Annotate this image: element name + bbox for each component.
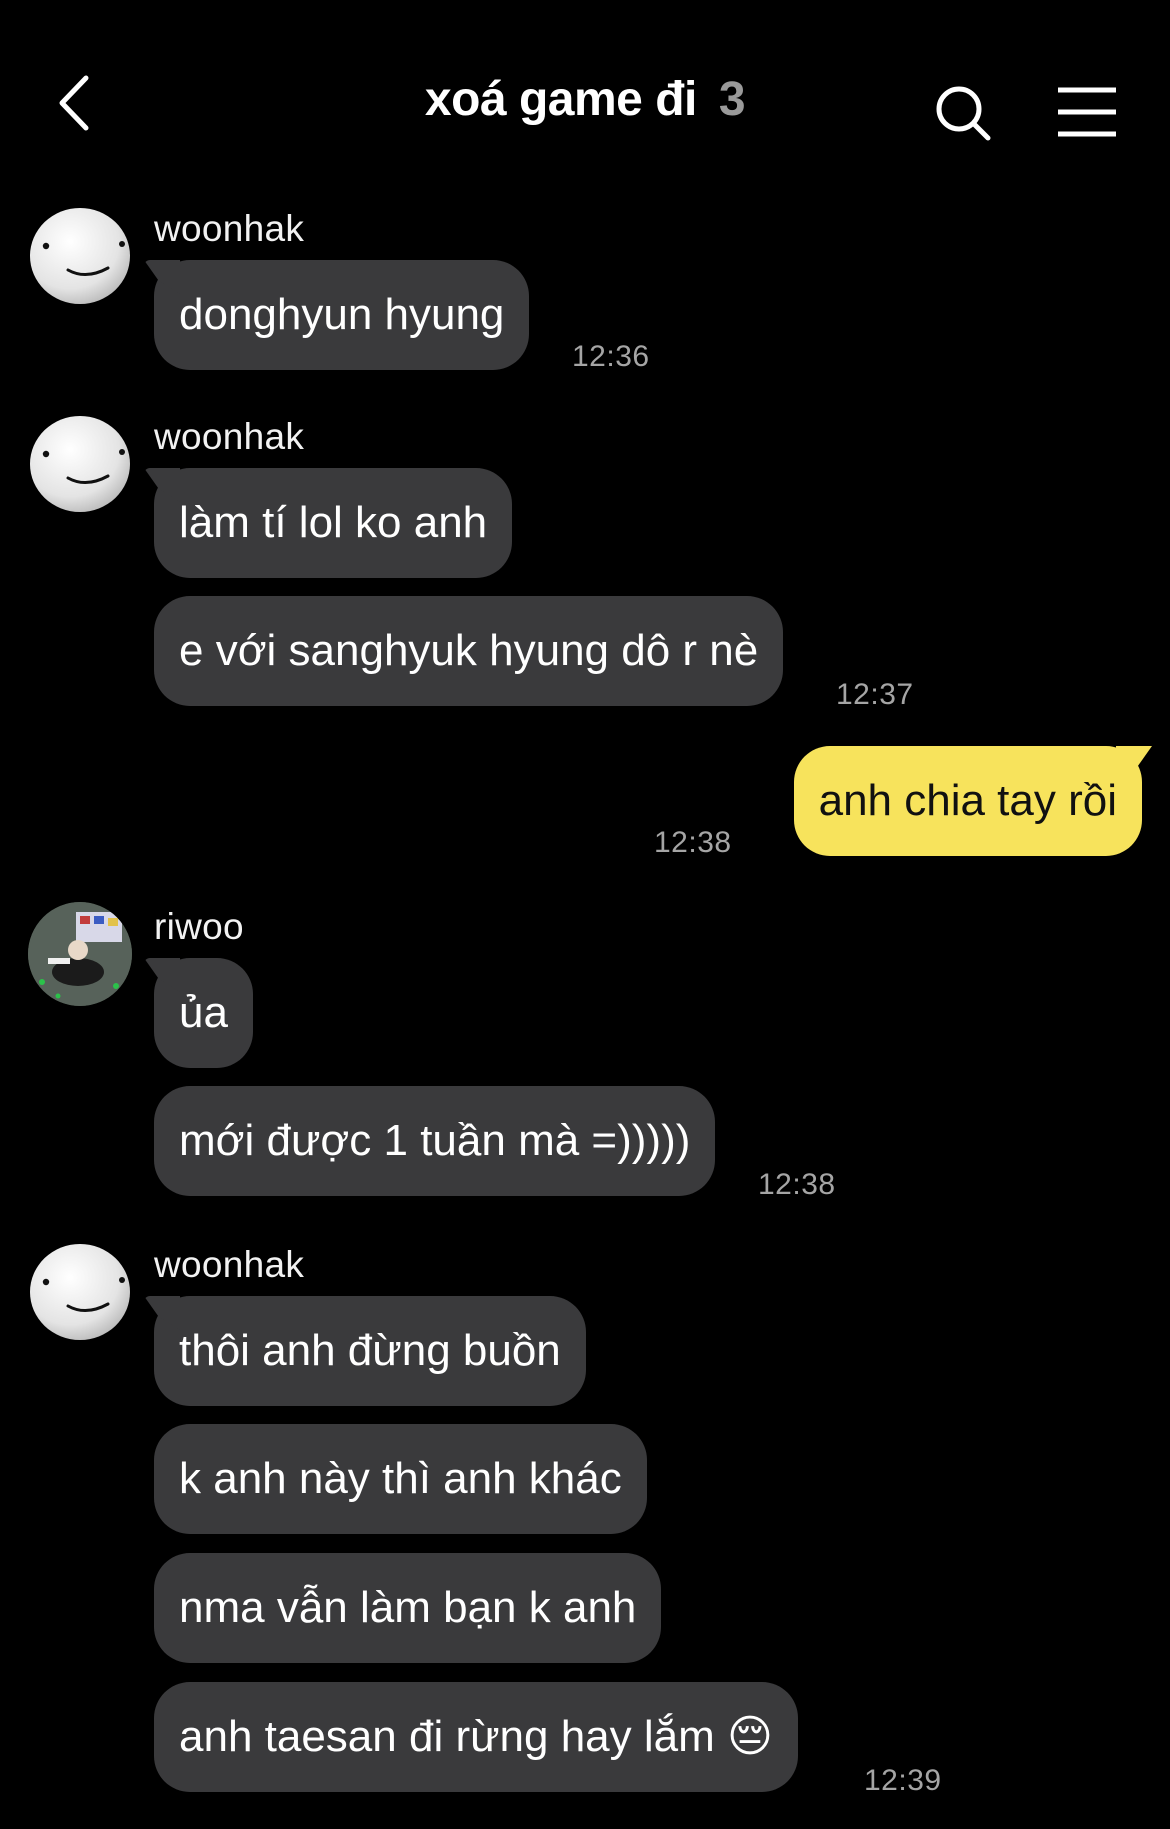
profile-photo-icon [28,902,132,1006]
message-bubble[interactable]: thôi anh đừng buồn [154,1296,586,1406]
search-icon [936,86,991,141]
message-bubble[interactable]: nma vẫn làm bạn k anh [154,1553,662,1663]
member-count: 3 [718,73,746,126]
message-bubble[interactable]: e với sanghyuk hyung dô r nè [154,596,784,706]
chat-name: xoá game đi [424,73,697,126]
smiley-face-icon [28,204,132,308]
hamburger-menu-icon [1058,87,1116,137]
message-bubble[interactable]: ủa [154,958,253,1068]
avatar-riwoo[interactable] [28,902,132,1006]
smiley-face-icon [28,1240,132,1344]
message-timestamp: 12:37 [836,678,914,711]
avatar-woonhak[interactable] [28,1240,132,1344]
avatar-woonhak[interactable] [28,204,132,308]
message-timestamp: 12:39 [864,1764,942,1797]
avatar-woonhak[interactable] [28,412,132,516]
message-timestamp: 12:38 [654,826,732,859]
sender-name: woonhak [154,1244,305,1285]
message-timestamp: 12:36 [572,340,650,373]
message-bubble[interactable]: làm tí lol ko anh [154,468,513,578]
chat-header: xoá game đi 3 [0,0,1170,200]
message-timestamp: 12:38 [758,1168,836,1201]
sender-name: woonhak [154,208,305,249]
message-bubble[interactable]: donghyun hyung [154,260,530,370]
my-message-bubble[interactable]: anh chia tay rồi [793,746,1142,856]
sender-name: woonhak [154,416,305,457]
sender-name: riwoo [154,906,244,947]
search-button[interactable] [932,82,998,148]
message-bubble[interactable]: anh taesan đi rừng hay lắm 😔 [154,1682,798,1792]
smiley-face-icon [28,412,132,516]
message-bubble[interactable]: mới được 1 tuần mà =))))) [154,1086,716,1196]
message-bubble[interactable]: k anh này thì anh khác [154,1424,647,1534]
menu-button[interactable] [1054,82,1120,142]
